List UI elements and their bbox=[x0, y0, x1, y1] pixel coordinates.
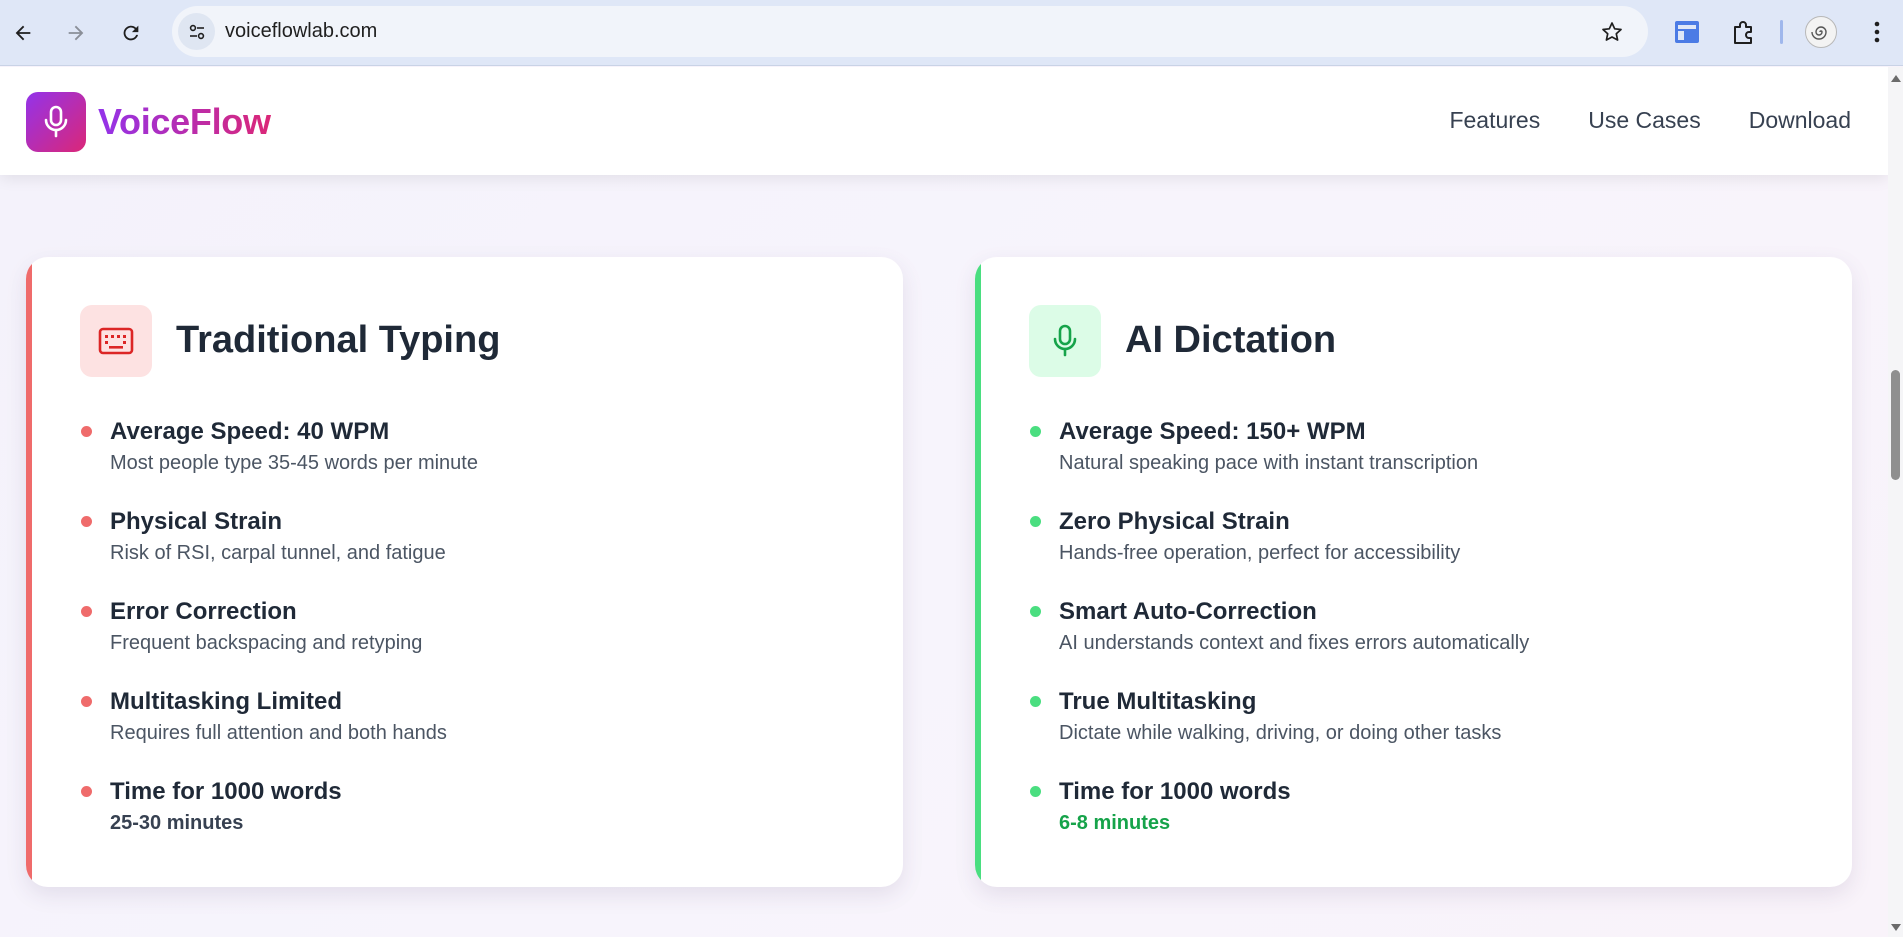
profile-spiral-icon bbox=[1811, 26, 1827, 40]
site-info-button[interactable] bbox=[178, 13, 215, 50]
back-button[interactable] bbox=[3, 13, 43, 53]
kebab-menu-icon bbox=[1874, 21, 1880, 43]
bullet-dot bbox=[1030, 516, 1041, 527]
address-bar[interactable]: voiceflowlab.com bbox=[172, 6, 1648, 57]
main-nav: Features Use Cases Download bbox=[1449, 107, 1851, 134]
bookmark-star-button[interactable] bbox=[1598, 18, 1626, 46]
time-value: 25-30 minutes bbox=[110, 812, 244, 834]
toolbar-divider bbox=[1780, 20, 1783, 44]
card-title: AI Dictation bbox=[1125, 319, 1337, 361]
item-title: Smart Auto-Correction bbox=[1059, 598, 1317, 625]
nav-link-use-cases[interactable]: Use Cases bbox=[1588, 107, 1700, 134]
bullet-dot bbox=[81, 516, 92, 527]
bullet-dot bbox=[81, 696, 92, 707]
card-icon-box bbox=[1029, 305, 1101, 377]
logo-text[interactable]: VoiceFlow bbox=[98, 101, 271, 143]
page-content: VoiceFlow Features Use Cases Download Tr… bbox=[0, 67, 1888, 937]
item-title: Physical Strain bbox=[110, 508, 283, 535]
profile-avatar[interactable] bbox=[1805, 16, 1837, 48]
item-description: Requires full attention and both hands bbox=[110, 722, 447, 744]
scroll-up-arrow[interactable] bbox=[1891, 75, 1901, 82]
item-description: Frequent backspacing and retyping bbox=[110, 632, 423, 654]
list-item: Multitasking Limited Requires full atten… bbox=[80, 687, 870, 777]
bullet-dot bbox=[81, 606, 92, 617]
bullet-dot bbox=[81, 426, 92, 437]
item-description: Hands-free operation, perfect for access… bbox=[1059, 542, 1461, 564]
item-title: Error Correction bbox=[110, 598, 297, 625]
forward-arrow-icon bbox=[68, 25, 84, 41]
item-description: AI understands context and fixes errors … bbox=[1059, 632, 1530, 654]
item-title: Average Speed: 40 WPM bbox=[110, 418, 390, 445]
comparison-list: Average Speed: 40 WPM Most people type 3… bbox=[80, 417, 870, 867]
list-item: Zero Physical Strain Hands-free operatio… bbox=[1029, 507, 1819, 597]
ai-dictation-card: AI Dictation Average Speed: 150+ WPM Nat… bbox=[975, 257, 1852, 887]
scroll-down-arrow[interactable] bbox=[1891, 924, 1901, 931]
browser-menu-button[interactable] bbox=[1860, 15, 1894, 49]
list-item: Error Correction Frequent backspacing an… bbox=[80, 597, 870, 687]
reload-icon bbox=[123, 25, 139, 41]
item-title: Time for 1000 words bbox=[110, 778, 342, 805]
extensions-button[interactable] bbox=[1727, 15, 1761, 49]
bullet-dot bbox=[1030, 696, 1041, 707]
page-scrollbar[interactable] bbox=[1888, 67, 1903, 937]
item-description: Most people type 35-45 words per minute bbox=[110, 452, 478, 474]
bullet-dot bbox=[1030, 426, 1041, 437]
time-value: 6-8 minutes bbox=[1059, 812, 1171, 834]
card-title: Traditional Typing bbox=[176, 319, 501, 361]
traditional-typing-card: Traditional Typing Average Speed: 40 WPM… bbox=[26, 257, 903, 887]
list-item: Time for 1000 words 6-8 minutes bbox=[1029, 777, 1819, 867]
layout-panel-icon bbox=[1675, 21, 1699, 43]
list-item: Smart Auto-Correction AI understands con… bbox=[1029, 597, 1819, 687]
list-item: Physical Strain Risk of RSI, carpal tunn… bbox=[80, 507, 870, 597]
nav-link-download[interactable]: Download bbox=[1749, 107, 1851, 134]
keyboard-icon bbox=[98, 327, 134, 355]
item-title: Time for 1000 words bbox=[1059, 778, 1291, 805]
list-item: Average Speed: 150+ WPM Natural speaking… bbox=[1029, 417, 1819, 507]
tune-icon bbox=[189, 24, 204, 39]
microphone-icon bbox=[44, 105, 68, 138]
item-description: Natural speaking pace with instant trans… bbox=[1059, 452, 1479, 474]
bullet-dot bbox=[1030, 786, 1041, 797]
item-description: Dictate while walking, driving, or doing… bbox=[1059, 722, 1502, 744]
item-description: Risk of RSI, carpal tunnel, and fatigue bbox=[110, 542, 446, 564]
list-item: True Multitasking Dictate while walking,… bbox=[1029, 687, 1819, 777]
reload-button[interactable] bbox=[111, 13, 151, 53]
browser-toolbar: voiceflowlab.com bbox=[0, 0, 1903, 66]
bullet-dot bbox=[81, 786, 92, 797]
forward-button[interactable] bbox=[56, 13, 96, 53]
list-item: Average Speed: 40 WPM Most people type 3… bbox=[80, 417, 870, 507]
item-title: Average Speed: 150+ WPM bbox=[1059, 418, 1366, 445]
item-title: Multitasking Limited bbox=[110, 688, 343, 715]
bullet-dot bbox=[1030, 606, 1041, 617]
back-arrow-icon bbox=[15, 25, 31, 41]
puzzle-piece-icon bbox=[1734, 21, 1752, 44]
comparison-list: Average Speed: 150+ WPM Natural speaking… bbox=[1029, 417, 1819, 867]
item-title: Zero Physical Strain bbox=[1059, 508, 1290, 535]
star-icon bbox=[1602, 22, 1622, 41]
tab-search-button[interactable] bbox=[1670, 15, 1704, 49]
microphone-icon bbox=[1053, 324, 1077, 357]
site-header: VoiceFlow Features Use Cases Download bbox=[0, 67, 1888, 175]
list-item: Time for 1000 words 25-30 minutes bbox=[80, 777, 870, 867]
nav-link-features[interactable]: Features bbox=[1449, 107, 1540, 134]
item-title: True Multitasking bbox=[1059, 688, 1257, 715]
url-text[interactable]: voiceflowlab.com bbox=[225, 20, 377, 43]
logo-mark[interactable] bbox=[26, 92, 86, 152]
scroll-thumb[interactable] bbox=[1891, 370, 1900, 480]
card-icon-box bbox=[80, 305, 152, 377]
